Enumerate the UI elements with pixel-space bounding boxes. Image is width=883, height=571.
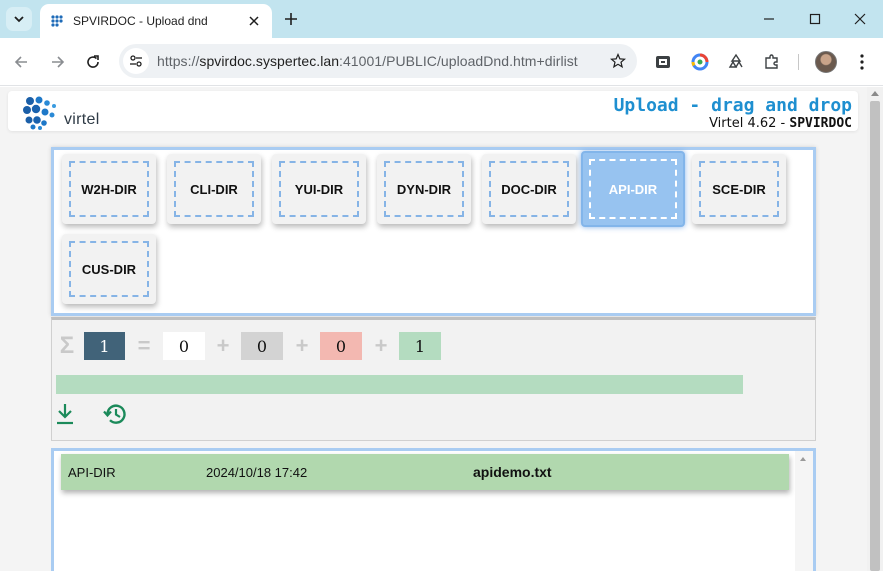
site-info-icon[interactable] (123, 48, 149, 74)
scrollbar-thumb[interactable] (870, 101, 880, 571)
page-content: virtel Upload - drag and drop Virtel 4.6… (0, 87, 883, 571)
extension-icon[interactable] (652, 51, 674, 73)
back-arrow-icon[interactable] (8, 49, 34, 75)
dir-button-doc[interactable]: DOC-DIR (482, 154, 576, 224)
version-info: Virtel 4.62 - SPVIRDOC (709, 116, 852, 131)
puzzle-icon[interactable] (761, 51, 783, 73)
version-text: Virtel 4.62 - (709, 116, 790, 131)
pending-count: 0 (163, 332, 205, 360)
reload-icon[interactable] (80, 49, 106, 75)
dir-label: DOC-DIR (501, 181, 557, 197)
tab-search-icon[interactable] (6, 7, 32, 31)
dir-label: W2H-DIR (81, 181, 137, 197)
kebab-menu-icon[interactable] (851, 51, 873, 73)
browser-tabstrip: SPVIRDOC - Upload dnd (0, 0, 883, 38)
scroll-up-arrow-icon[interactable] (871, 91, 879, 96)
plus-symbol: + (216, 333, 230, 358)
browser-tab[interactable]: SPVIRDOC - Upload dnd (40, 4, 272, 38)
file-directory: API-DIR (68, 465, 116, 480)
equals-symbol: = (137, 333, 151, 358)
scroll-up-arrow-icon[interactable] (800, 457, 806, 461)
browser-toolbar: https://spvirdoc.syspertec.lan:41001/PUB… (0, 38, 883, 86)
dir-button-w2h[interactable]: W2H-DIR (62, 154, 156, 224)
system-name: SPVIRDOC (789, 116, 852, 131)
file-list-scrollbar[interactable] (795, 451, 813, 571)
plus-symbol: + (295, 333, 309, 358)
file-list-panel: API-DIR 2024/10/18 17:42 apidemo.txt (51, 448, 816, 571)
page-scrollbar[interactable] (867, 87, 883, 571)
virtel-logo-icon (23, 96, 56, 130)
dir-button-yui[interactable]: YUI-DIR (272, 154, 366, 224)
skipped-count: 0 (241, 332, 283, 360)
success-count: 1 (399, 332, 441, 360)
close-icon[interactable] (246, 13, 262, 29)
close-icon[interactable] (837, 6, 883, 32)
dir-label: CUS-DIR (81, 261, 137, 277)
toolbar-divider (798, 54, 799, 70)
file-row[interactable]: API-DIR 2024/10/18 17:42 apidemo.txt (61, 454, 789, 490)
address-bar[interactable]: https://spvirdoc.syspertec.lan:41001/PUB… (119, 44, 637, 78)
minimize-icon[interactable] (746, 6, 792, 32)
sigma-symbol: Σ (59, 332, 75, 359)
virtel-favicon-icon (51, 15, 63, 27)
url-host: spvirdoc.syspertec.lan (199, 53, 340, 69)
dir-button-api[interactable]: API-DIR (581, 151, 685, 227)
plus-symbol: + (374, 333, 388, 358)
file-datetime: 2024/10/18 17:42 (206, 465, 308, 480)
dir-button-cus[interactable]: CUS-DIR (62, 234, 156, 304)
directory-panel: W2H-DIR CLI-DIR YUI-DIR DYN-DIR DOC-DIR … (51, 147, 816, 316)
page-title: Upload - drag and drop (613, 95, 852, 116)
logo-text: virtel (64, 111, 100, 128)
url-path: :41001/PUBLIC/uploadDnd.htm+dirlist (339, 53, 578, 69)
dir-label: API-DIR (608, 181, 658, 197)
avatar[interactable] (815, 51, 837, 73)
file-name: apidemo.txt (473, 464, 552, 480)
dir-button-sce[interactable]: SCE-DIR (692, 154, 786, 224)
tab-title: SPVIRDOC - Upload dnd (73, 14, 208, 28)
forward-arrow-icon[interactable] (45, 49, 71, 75)
total-count: 1 (84, 332, 125, 360)
failed-count: 0 (320, 332, 362, 360)
maximize-icon[interactable] (792, 6, 838, 32)
dir-label: CLI-DIR (190, 181, 238, 197)
dir-button-cli[interactable]: CLI-DIR (167, 154, 261, 224)
chrome-extension-icon[interactable] (689, 51, 711, 73)
url-text: https://spvirdoc.syspertec.lan:41001/PUB… (157, 53, 605, 69)
history-icon[interactable] (102, 401, 128, 427)
recycle-icon[interactable] (725, 51, 747, 73)
plus-icon[interactable] (280, 8, 302, 30)
app-header: virtel Upload - drag and drop Virtel 4.6… (8, 91, 858, 131)
stats-panel: Σ 1 = 0 + 0 + 0 + 1 (51, 317, 816, 441)
dir-label: DYN-DIR (396, 181, 452, 197)
url-scheme: https:// (157, 53, 200, 69)
upload-progress-bar (56, 375, 743, 394)
dir-label: YUI-DIR (294, 181, 344, 197)
dir-button-dyn[interactable]: DYN-DIR (377, 154, 471, 224)
download-icon[interactable] (52, 401, 78, 427)
star-icon[interactable] (605, 48, 631, 74)
dir-label: SCE-DIR (712, 181, 766, 197)
